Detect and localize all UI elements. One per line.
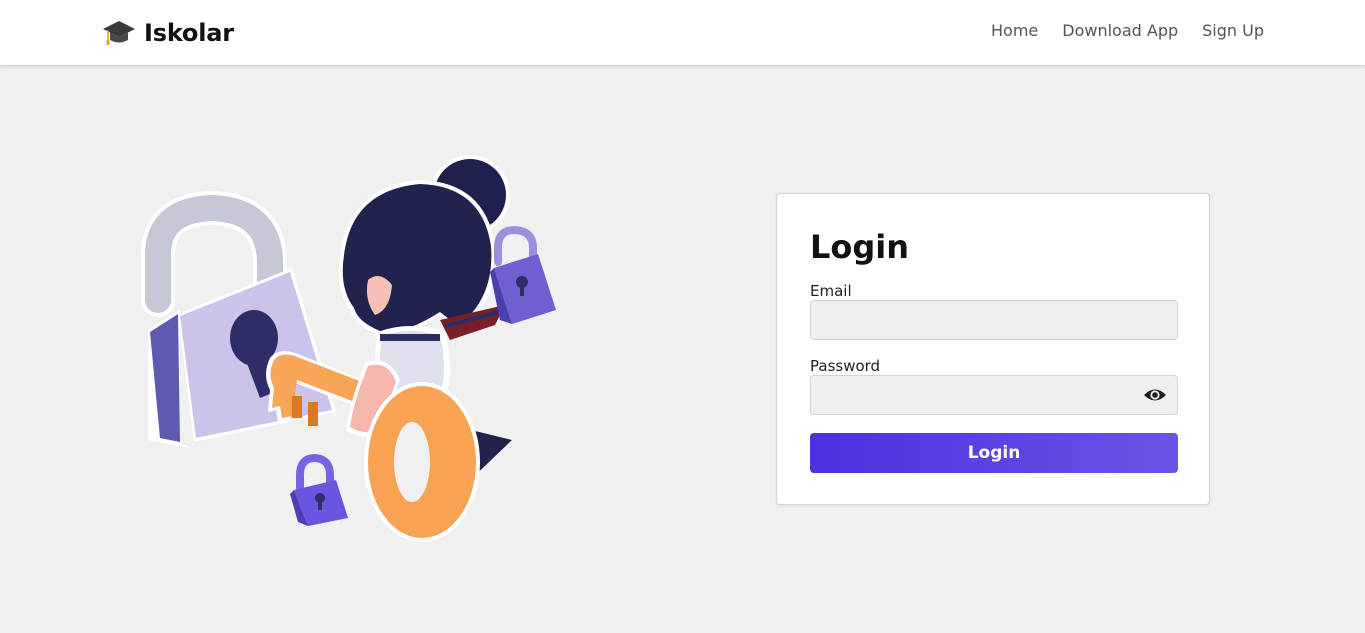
brand-name: Iskolar [144,19,234,47]
toggle-password-visibility-button[interactable] [1139,383,1171,407]
nav-link-sign-up[interactable]: Sign Up [1202,21,1264,40]
nav-link-download-app[interactable]: Download App [1062,21,1178,40]
login-button[interactable]: Login [810,433,1178,473]
top-navbar: Iskolar Home Download App Sign Up [0,0,1365,65]
eye-icon [1144,389,1166,401]
graduation-cap-icon [103,21,135,45]
password-field[interactable] [810,375,1178,415]
brand-logo-link[interactable]: Iskolar [102,16,234,50]
login-card: Login Email Password Login [776,193,1210,505]
girl-with-key-illustration [141,155,556,542]
nav-links: Home Download App Sign Up [991,21,1264,40]
nav-link-home[interactable]: Home [991,21,1038,40]
login-title: Login [810,228,910,266]
password-label: Password [810,357,881,375]
email-label: Email [810,282,852,300]
security-illustration [140,150,570,550]
email-field[interactable] [810,300,1178,340]
